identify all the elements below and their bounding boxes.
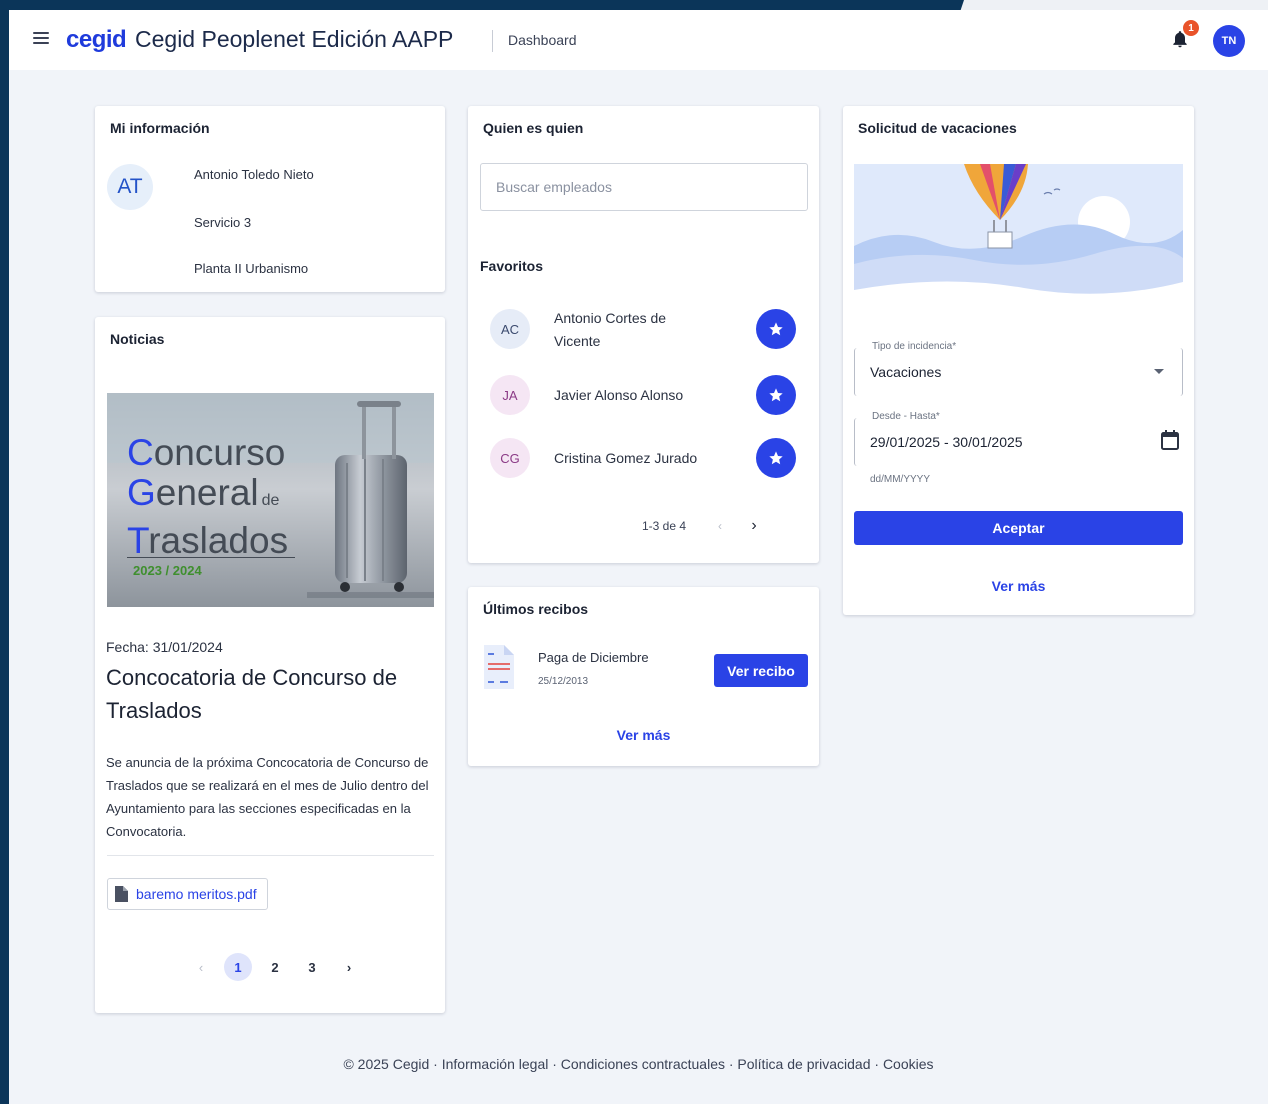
header-divider — [492, 30, 493, 52]
favorite-name: Javier Alonso Alonso — [554, 387, 684, 403]
employee-search-box — [480, 163, 808, 211]
news-date: Fecha: 31/01/2024 — [106, 639, 223, 655]
dropdown-arrow-icon — [1154, 369, 1164, 374]
receipt-name: Paga de Diciembre — [538, 650, 649, 665]
user-avatar[interactable]: TN — [1213, 25, 1245, 57]
divider — [107, 855, 434, 856]
page-3[interactable]: 3 — [298, 953, 326, 981]
card-title: Solicitud de vacaciones — [858, 120, 1017, 136]
star-icon — [769, 451, 783, 465]
news-image-line-3: Traslados — [127, 520, 289, 561]
calendar-icon[interactable] — [1161, 430, 1179, 450]
receipt-document-icon — [484, 645, 514, 689]
news-body: Se anuncia de la próxima Concocatoria de… — [106, 755, 429, 839]
field-value: 29/01/2025 - 30/01/2025 — [870, 434, 1023, 450]
card-solicitud-vacaciones: Solicitud de vacaciones Tipo de incidenc… — [843, 106, 1194, 615]
search-input[interactable] — [496, 179, 796, 195]
favorite-star-button[interactable] — [756, 438, 796, 478]
vacation-illustration — [854, 164, 1183, 326]
list-item[interactable]: CG Cristina Gomez Jurado — [480, 433, 808, 483]
attachment-link[interactable]: baremo meritos.pdf — [107, 878, 268, 910]
avatar: AC — [490, 309, 530, 349]
card-quien-es-quien: Quien es quien Favoritos AC Antonio Cort… — [468, 106, 819, 563]
date-range-field[interactable]: Desde - Hasta* 29/01/2025 - 30/01/2025 — [854, 411, 1183, 466]
field-value: Vacaciones — [870, 364, 942, 380]
breadcrumb: Dashboard — [508, 32, 577, 48]
news-image-years: 2023 / 2024 — [133, 563, 202, 578]
accept-button[interactable]: Aceptar — [854, 511, 1183, 545]
avatar: CG — [490, 438, 530, 478]
see-more-link[interactable]: Ver más — [468, 727, 819, 743]
avatar: AT — [107, 164, 153, 210]
footer-links[interactable]: © 2025 Cegid · Información legal · Condi… — [9, 1056, 1268, 1072]
card-ultimos-recibos: Últimos recibos Paga de Diciembre 25/12/… — [468, 587, 819, 766]
news-image: Concurso General de Traslados 2023 / 2024 — [107, 393, 434, 607]
card-title: Quien es quien — [483, 120, 584, 136]
news-image-line-1: Concurso — [127, 432, 286, 473]
card-noticias: Noticias Concurso General de Traslados 2… — [95, 317, 445, 1013]
chevron-left-icon[interactable]: ‹ — [708, 514, 732, 538]
employee-name: Antonio Toledo Nieto — [194, 167, 314, 182]
page-2[interactable]: 2 — [261, 953, 289, 981]
pagination-label: 1-3 de 4 — [642, 519, 687, 533]
news-image-line-2: General de — [127, 472, 280, 513]
card-mi-informacion: Mi información AT Antonio Toledo Nieto S… — [95, 106, 445, 292]
brand-logo[interactable]: cegid — [66, 26, 127, 54]
list-item[interactable]: JA Javier Alonso Alonso — [480, 370, 808, 420]
news-pagination: ‹ 1 2 3 › — [187, 953, 372, 981]
employee-location: Planta II Urbanismo — [194, 261, 309, 276]
favorites-pagination: 1-3 de 4 ‹ › — [642, 514, 766, 538]
see-more-link[interactable]: Ver más — [843, 578, 1194, 594]
favorite-name: Antonio Cortes de Vicente — [554, 310, 667, 349]
chevron-left-icon[interactable]: ‹ — [187, 953, 215, 981]
app-frame: cegid Cegid Peoplenet Edición AAPP Dashb… — [9, 10, 1268, 1104]
employee-service: Servicio 3 — [194, 215, 252, 230]
card-title: Últimos recibos — [483, 601, 589, 617]
card-title: Mi información — [110, 120, 210, 136]
star-icon — [769, 322, 783, 336]
incidence-type-select[interactable]: Tipo de incidencia* Vacaciones — [854, 341, 1183, 396]
page-1[interactable]: 1 — [224, 953, 252, 981]
avatar: JA — [490, 375, 530, 415]
date-format-hint: dd/MM/YYYY — [870, 474, 931, 485]
favorite-name: Cristina Gomez Jurado — [554, 450, 698, 466]
field-label: Tipo de incidencia* — [870, 341, 959, 352]
file-icon — [115, 886, 128, 902]
notification-badge: 1 — [1183, 20, 1199, 36]
chevron-right-icon[interactable]: › — [742, 514, 766, 538]
menu-icon[interactable] — [33, 32, 49, 46]
favorite-star-button[interactable] — [756, 309, 796, 349]
attachment-name: baremo meritos.pdf — [136, 886, 257, 902]
list-item[interactable]: AC Antonio Cortes de Vicente — [480, 304, 808, 354]
receipt-date: 25/12/2013 — [538, 676, 589, 687]
app-header: cegid Cegid Peoplenet Edición AAPP Dashb… — [9, 10, 1268, 70]
chevron-right-icon[interactable]: › — [335, 953, 363, 981]
favorites-title: Favoritos — [480, 258, 544, 274]
app-title: Cegid Peoplenet Edición AAPP — [135, 26, 454, 52]
news-headline[interactable]: Concocatoria de Concurso de Traslados — [106, 661, 436, 727]
favorite-star-button[interactable] — [756, 375, 796, 415]
card-title: Noticias — [110, 331, 165, 347]
star-icon — [769, 388, 783, 402]
field-label: Desde - Hasta* — [870, 411, 942, 422]
view-receipt-button[interactable]: Ver recibo — [714, 654, 808, 687]
